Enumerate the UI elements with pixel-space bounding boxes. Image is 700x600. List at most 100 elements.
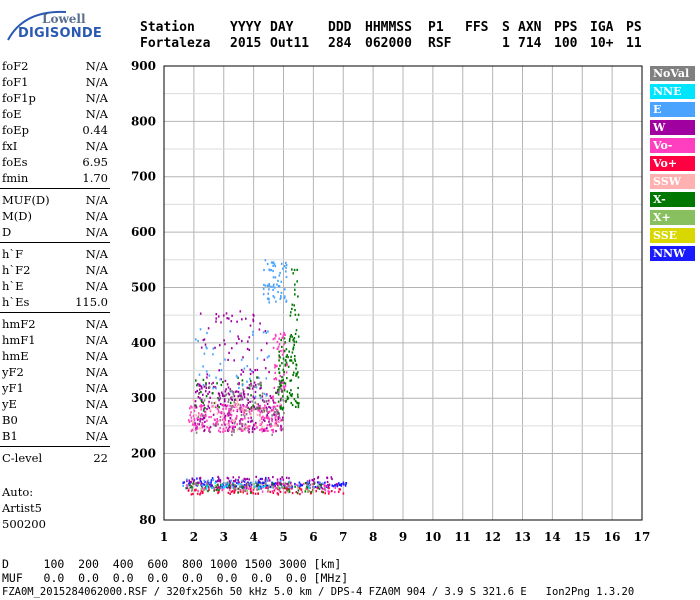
data-point: [203, 417, 206, 420]
data-point: [265, 429, 267, 432]
data-point: [273, 489, 276, 492]
data-point: [294, 355, 296, 358]
data-point: [254, 492, 257, 495]
data-point: [290, 355, 292, 358]
data-point: [283, 389, 286, 392]
data-point: [295, 491, 298, 494]
data-point: [254, 385, 256, 388]
data-point: [296, 401, 299, 405]
data-point: [278, 390, 280, 393]
data-point: [252, 404, 254, 407]
data-point: [260, 386, 262, 389]
data-point: [230, 320, 233, 323]
data-point: [232, 476, 235, 479]
data-point: [195, 424, 197, 428]
data-point: [233, 488, 235, 491]
data-point: [284, 295, 286, 298]
data-point: [278, 367, 280, 370]
data-point: [297, 295, 299, 298]
data-point: [226, 383, 229, 386]
data-point: [321, 482, 324, 485]
data-point: [249, 324, 252, 327]
data-point: [279, 364, 281, 367]
data-point: [265, 394, 268, 397]
data-point: [226, 414, 229, 417]
data-point: [277, 386, 280, 389]
data-point: [240, 398, 243, 401]
data-point: [198, 418, 201, 421]
data-point: [264, 481, 267, 484]
data-point: [218, 369, 220, 372]
data-point: [230, 490, 233, 493]
data-point: [238, 337, 240, 340]
data-point: [216, 488, 218, 491]
data-point: [228, 428, 230, 431]
data-point: [270, 261, 273, 264]
data-point: [275, 300, 277, 303]
data-point: [238, 393, 241, 396]
data-point: [292, 348, 294, 351]
data-point: [242, 409, 244, 412]
legend-item: X-: [650, 192, 695, 207]
data-point: [200, 404, 202, 407]
data-point: [212, 353, 214, 356]
data-point: [281, 483, 284, 486]
data-point: [262, 408, 265, 411]
data-point: [255, 386, 258, 389]
data-point: [233, 404, 236, 407]
data-point: [272, 491, 275, 494]
data-point: [222, 430, 224, 433]
data-point: [244, 423, 247, 426]
data-point: [209, 396, 211, 399]
data-point: [279, 387, 282, 390]
data-point: [284, 359, 287, 362]
data-point: [230, 429, 233, 432]
data-point: [210, 481, 212, 484]
data-point: [273, 424, 276, 427]
data-point: [187, 419, 190, 422]
data-point: [219, 344, 221, 347]
data-point: [254, 390, 257, 394]
data-point: [201, 484, 204, 487]
data-point: [259, 419, 261, 422]
data-point: [238, 403, 240, 406]
legend-item: X+: [650, 210, 695, 225]
data-point: [217, 315, 220, 318]
legend-label: E: [653, 103, 662, 116]
data-point: [289, 314, 292, 317]
data-point: [254, 485, 256, 488]
data-point: [219, 430, 222, 433]
data-point: [285, 264, 288, 267]
data-point: [215, 320, 217, 323]
data-point: [242, 407, 245, 410]
data-point: [205, 370, 208, 373]
data-point: [291, 335, 294, 338]
data-point: [219, 362, 222, 365]
data-point: [200, 488, 202, 491]
data-point: [251, 400, 253, 403]
data-point: [286, 395, 289, 398]
data-point: [285, 361, 288, 364]
data-point: [249, 379, 252, 383]
data-point: [203, 399, 206, 402]
data-point: [250, 384, 253, 387]
data-point: [267, 477, 270, 480]
data-point: [261, 477, 263, 481]
data-point: [266, 413, 269, 416]
data-point: [231, 425, 234, 428]
data-point: [186, 478, 188, 481]
data-point: [327, 490, 329, 493]
data-point: [193, 423, 196, 427]
data-point: [272, 430, 274, 434]
legend-item: E: [650, 102, 695, 117]
footer-muf-row: MUF 0.0 0.0 0.0 0.0 0.0 0.0 0.0 0.0 [MHz…: [2, 571, 349, 585]
data-point: [192, 482, 194, 485]
data-point: [185, 487, 187, 490]
data-point: [290, 379, 293, 382]
data-point: [283, 482, 286, 485]
data-point: [286, 377, 288, 380]
data-point: [236, 320, 238, 323]
data-point: [221, 418, 224, 421]
data-point: [215, 376, 217, 379]
x-tick-label: 10: [425, 530, 442, 544]
